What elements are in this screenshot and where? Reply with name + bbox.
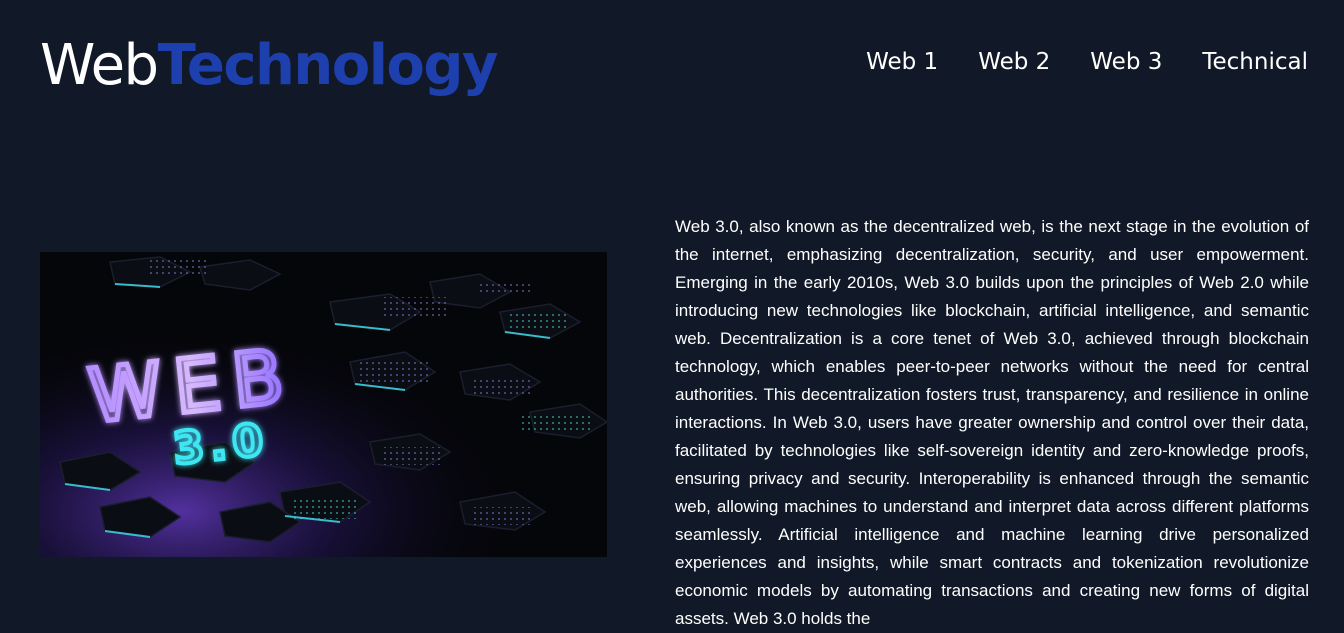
nav-link-web2[interactable]: Web 2 [978, 46, 1050, 78]
web3-illustration: WEB 3.0 [40, 252, 607, 557]
nav-link-web1[interactable]: Web 1 [866, 46, 938, 78]
version-graphic-text: 3.0 [171, 414, 272, 475]
nav-link-technical[interactable]: Technical [1202, 46, 1308, 78]
logo-text-technology: Technology [157, 33, 499, 98]
main-nav: Web 1 Web 2 Web 3 Technical [866, 46, 1308, 78]
web3-description: Web 3.0, also known as the decentralized… [675, 217, 1309, 628]
web3-hero-image: WEB 3.0 [40, 252, 607, 557]
site-logo[interactable]: WebTechnology [40, 30, 499, 102]
nav-link-web3[interactable]: Web 3 [1090, 46, 1162, 78]
logo-text-web: Web [40, 33, 159, 98]
site-header: WebTechnology Web 1 Web 2 Web 3 Technica… [0, 0, 1344, 130]
